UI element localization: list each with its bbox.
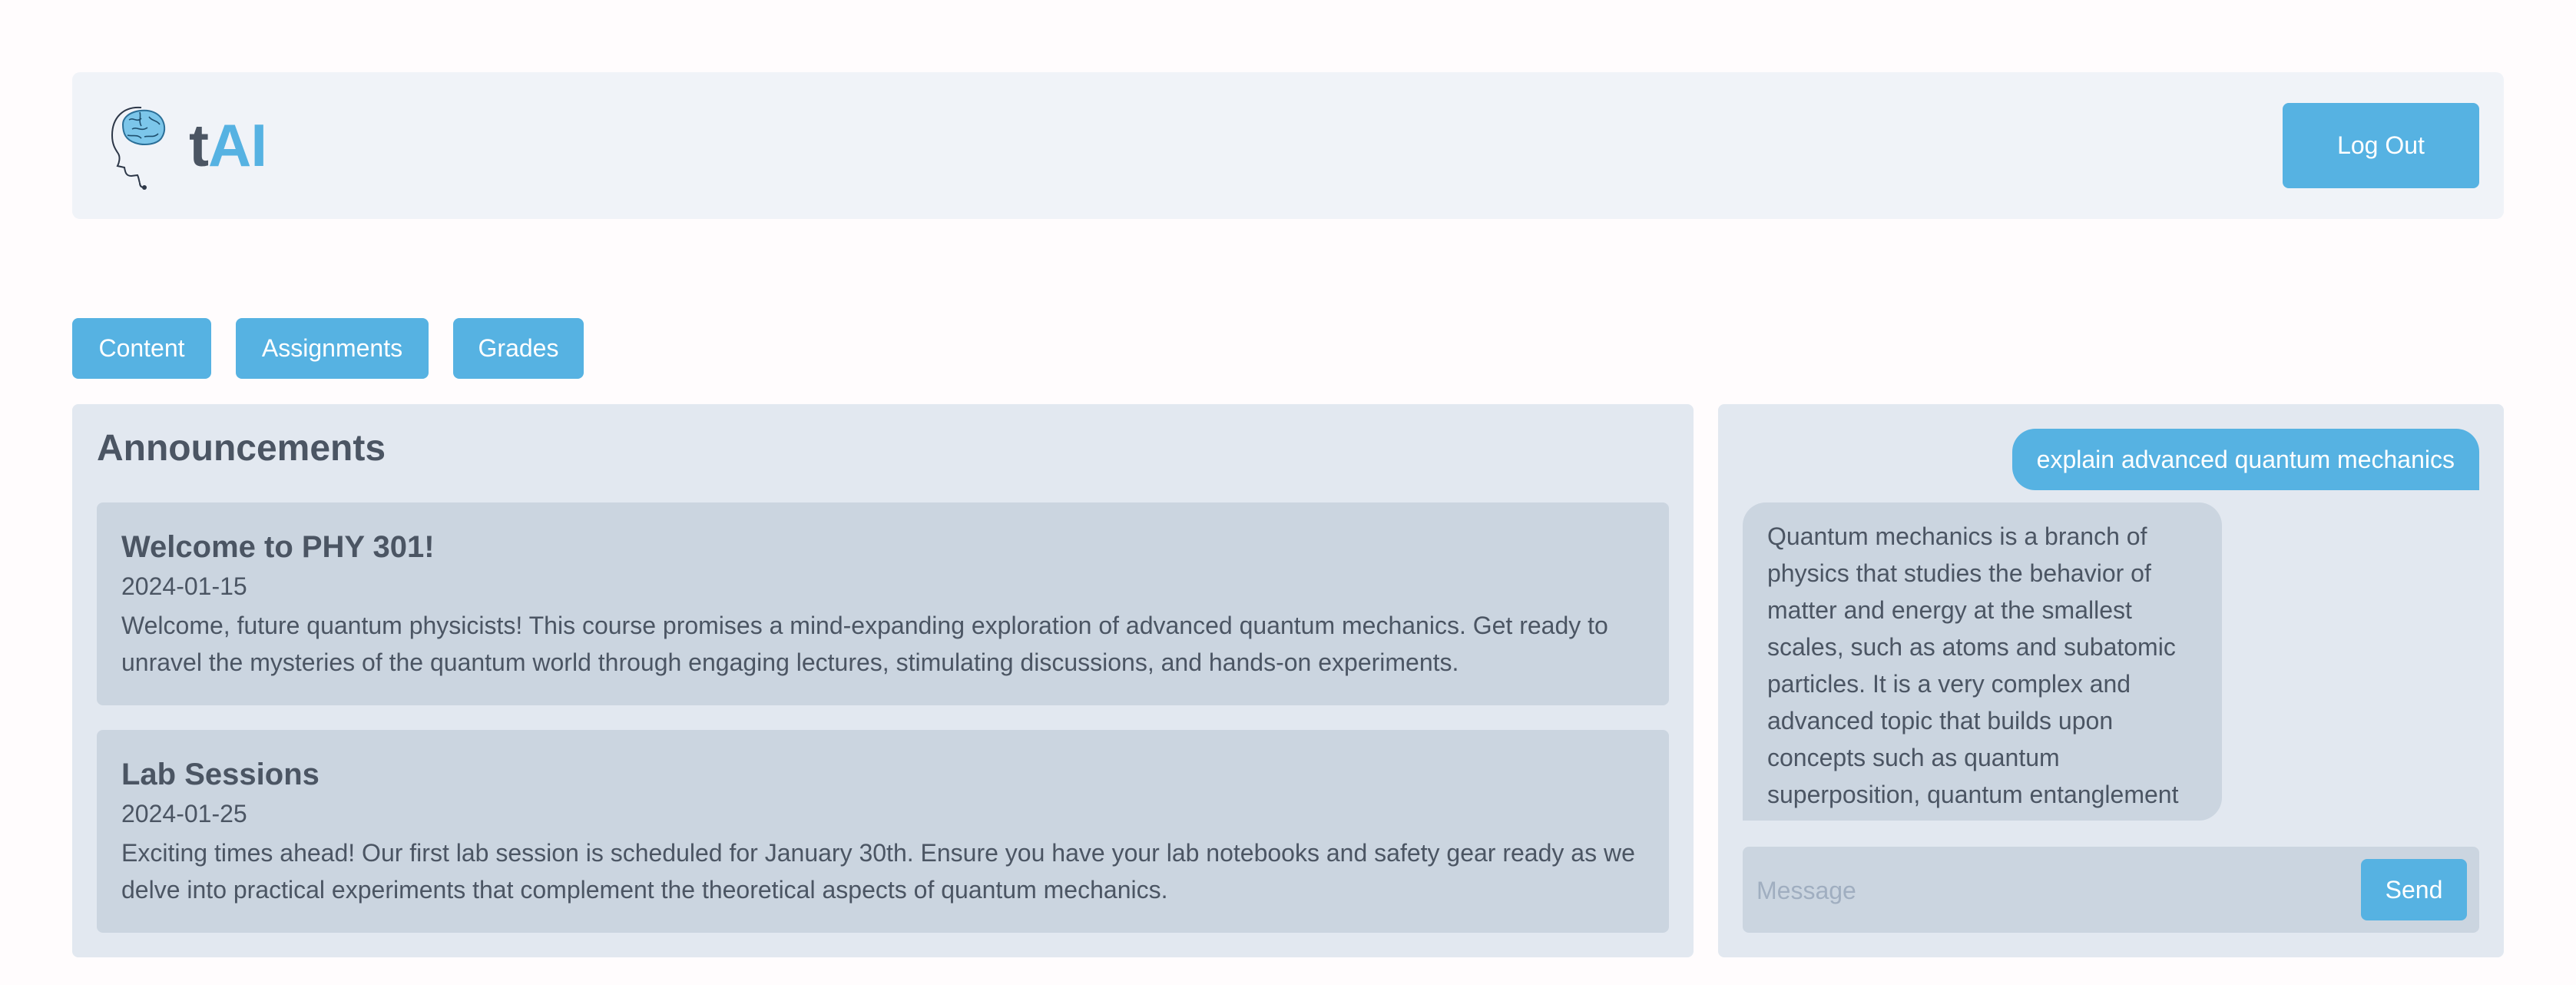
chat-panel: explain advanced quantum mechanics Quant… [1718,404,2504,957]
announcement-title: Welcome to PHY 301! [121,530,435,564]
announcements-title: Announcements [97,428,386,469]
tab-content[interactable]: Content [72,318,211,379]
message-input[interactable] [1755,864,2342,917]
announcement-title: Lab Sessions [121,758,320,791]
brand-prefix: t [189,111,209,179]
announcement-card: Lab Sessions 2024-01-25 Exciting times a… [97,730,1669,933]
tab-assignments[interactable]: Assignments [236,318,429,379]
announcement-card: Welcome to PHY 301! 2024-01-15 Welcome, … [97,502,1669,705]
log-out-button[interactable]: Log Out [2283,103,2479,188]
user-message-bubble: explain advanced quantum mechanics [2011,429,2479,490]
announcement-date: 2024-01-15 [121,572,247,600]
brain-head-icon [111,106,166,190]
brand-accent: AI [207,111,267,179]
announcement-body: Exciting times ahead! Our first lab sess… [121,839,1635,904]
announcement-date: 2024-01-25 [121,800,247,827]
top-header: tAI Log Out [72,72,2504,219]
assistant-message-bubble: Quantum mechanics is a branch of physics… [1743,502,2222,821]
send-button[interactable]: Send [2361,859,2467,920]
brand-logo-text: tAI [189,112,267,178]
announcement-body: Welcome, future quantum physicists! This… [121,612,1608,676]
message-composer: Send [1743,847,2479,933]
tab-grades[interactable]: Grades [453,318,584,379]
announcements-panel: Announcements Welcome to PHY 301! 2024-0… [72,404,1694,957]
